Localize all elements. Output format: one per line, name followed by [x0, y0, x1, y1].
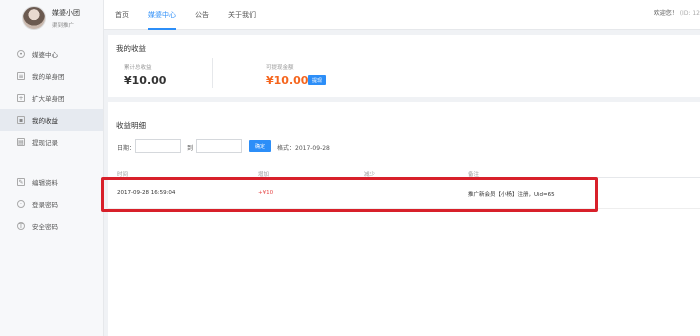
welcome-label: 欢迎您！ — [653, 10, 678, 17]
sidebar-menu: • 媒婆中心 ≡ 我的单身团 + 扩大单身团 ▪ 我的收益 ▤ 提现记录 ✎ 编… — [0, 43, 103, 237]
profile: 媒婆小团 渠到推广 — [0, 0, 103, 36]
sidebar-item-my-income[interactable]: ▪ 我的收益 — [0, 109, 103, 131]
sidebar-item-edit-profile[interactable]: ✎ 编辑资料 — [0, 171, 103, 193]
sidebar-item-label: 扩大单身团 — [32, 95, 65, 103]
profile-name: 媒婆小团 — [52, 8, 80, 17]
sidebar-item-login-password[interactable]: · 登录密码 — [0, 193, 103, 215]
divider — [212, 58, 213, 88]
lock-icon: · — [17, 200, 25, 208]
income-summary-panel: 我的收益 累计总收益 ¥10.00 可提现金额 ¥10.00 提现 — [108, 35, 700, 97]
profile-role: 渠到推广 — [52, 22, 75, 29]
withdrawable-value: ¥10.00 — [266, 74, 309, 87]
sidebar: 媒婆小团 渠到推广 • 媒婆中心 ≡ 我的单身团 + 扩大单身团 ▪ 我的收益 … — [0, 0, 104, 336]
sidebar-item-label: 我的单身团 — [32, 73, 65, 81]
withdraw-button[interactable]: 提现 — [308, 75, 326, 85]
details-title: 收益明细 — [116, 121, 146, 130]
record-icon: ▤ — [17, 138, 25, 146]
sidebar-item-label: 媒婆中心 — [32, 51, 58, 59]
nav-matchmaker-center[interactable]: 媒婆中心 — [148, 0, 176, 30]
edit-icon: ✎ — [17, 178, 25, 186]
sidebar-item-label: 我的收益 — [32, 117, 58, 125]
to-label: 到 — [187, 145, 194, 152]
sidebar-item-expand-singles[interactable]: + 扩大单身团 — [0, 87, 103, 109]
nav-announcements[interactable]: 公告 — [195, 0, 209, 30]
sidebar-item-security-password[interactable]: T 安全密码 — [0, 215, 103, 237]
sidebar-item-label: 安全密码 — [32, 223, 58, 231]
start-date-input[interactable] — [135, 139, 181, 153]
nav-home[interactable]: 首页 — [115, 0, 129, 30]
withdrawable-label: 可提现金额 — [266, 65, 294, 71]
expand-icon: + — [17, 94, 25, 102]
sidebar-item-label: 提现记录 — [32, 139, 58, 147]
highlight-box — [101, 177, 598, 212]
total-income-label: 累计总收益 — [124, 65, 152, 71]
nav-about-us[interactable]: 关于我们 — [228, 0, 256, 30]
end-date-input[interactable] — [196, 139, 242, 153]
sidebar-item-label: 编辑资料 — [32, 179, 58, 187]
date-label: 日期： — [117, 145, 136, 152]
sidebar-item-label: 登录密码 — [32, 201, 58, 209]
total-income-value: ¥10.00 — [124, 74, 167, 87]
sidebar-item-matchmaker-center[interactable]: • 媒婆中心 — [0, 43, 103, 65]
top-nav-bar: 首页 媒婆中心 公告 关于我们 欢迎您！ (ID: 12 — [104, 0, 700, 30]
welcome-text: 欢迎您！ (ID: 12 — [654, 0, 700, 30]
income-title: 我的收益 — [116, 44, 146, 53]
avatar[interactable] — [22, 6, 46, 30]
sidebar-item-withdraw-records[interactable]: ▤ 提现记录 — [0, 131, 103, 153]
shield-icon: T — [17, 222, 25, 230]
income-details-panel: 收益明细 日期： 到 确定 格式：2017-09-28 时间 增加 减少 备注 … — [108, 102, 700, 336]
person-icon: • — [17, 50, 25, 58]
date-format-hint: 格式：2017-09-28 — [277, 145, 330, 152]
income-icon: ▪ — [17, 116, 25, 124]
user-id: (ID: 12 — [679, 10, 700, 17]
confirm-button[interactable]: 确定 — [249, 140, 271, 152]
group-icon: ≡ — [17, 72, 25, 80]
sidebar-item-my-singles[interactable]: ≡ 我的单身团 — [0, 65, 103, 87]
